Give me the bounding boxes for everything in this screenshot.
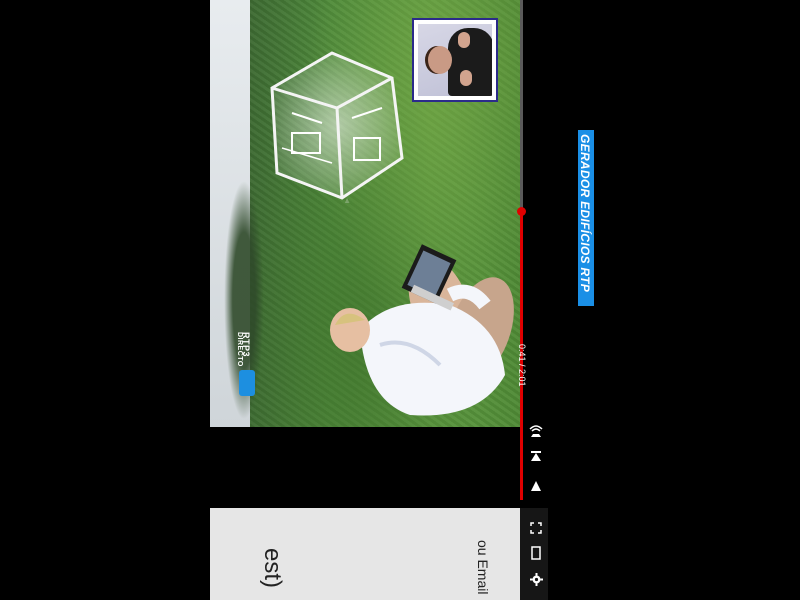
person-with-laptop [330, 244, 514, 416]
time-display: 0:41 / 2:01 [517, 344, 527, 387]
channel-status-text: DIRECTO [236, 332, 243, 367]
page-email-fragment: ou Email [475, 540, 491, 595]
theater-icon[interactable] [528, 545, 544, 561]
play-icon[interactable] [528, 478, 544, 494]
page-panel [210, 508, 520, 600]
fullscreen-icon[interactable] [528, 520, 544, 536]
sign-language-inset [412, 18, 498, 102]
caption-label-box: GERADOR EDIFÍCIOS RTP [578, 130, 594, 306]
caption-label: GERADOR EDIFÍCIOS RTP [578, 134, 592, 293]
channel-logo: RTP3 DIRECTO [227, 318, 259, 398]
channel-logo-badge [239, 370, 255, 396]
page-title-fragment: est) [259, 548, 286, 589]
progress-scrubber-handle[interactable] [517, 207, 526, 216]
settings-icon[interactable] [528, 571, 544, 587]
next-icon[interactable] [528, 448, 544, 464]
hologram-building [270, 51, 404, 203]
volume-icon[interactable] [528, 422, 544, 440]
